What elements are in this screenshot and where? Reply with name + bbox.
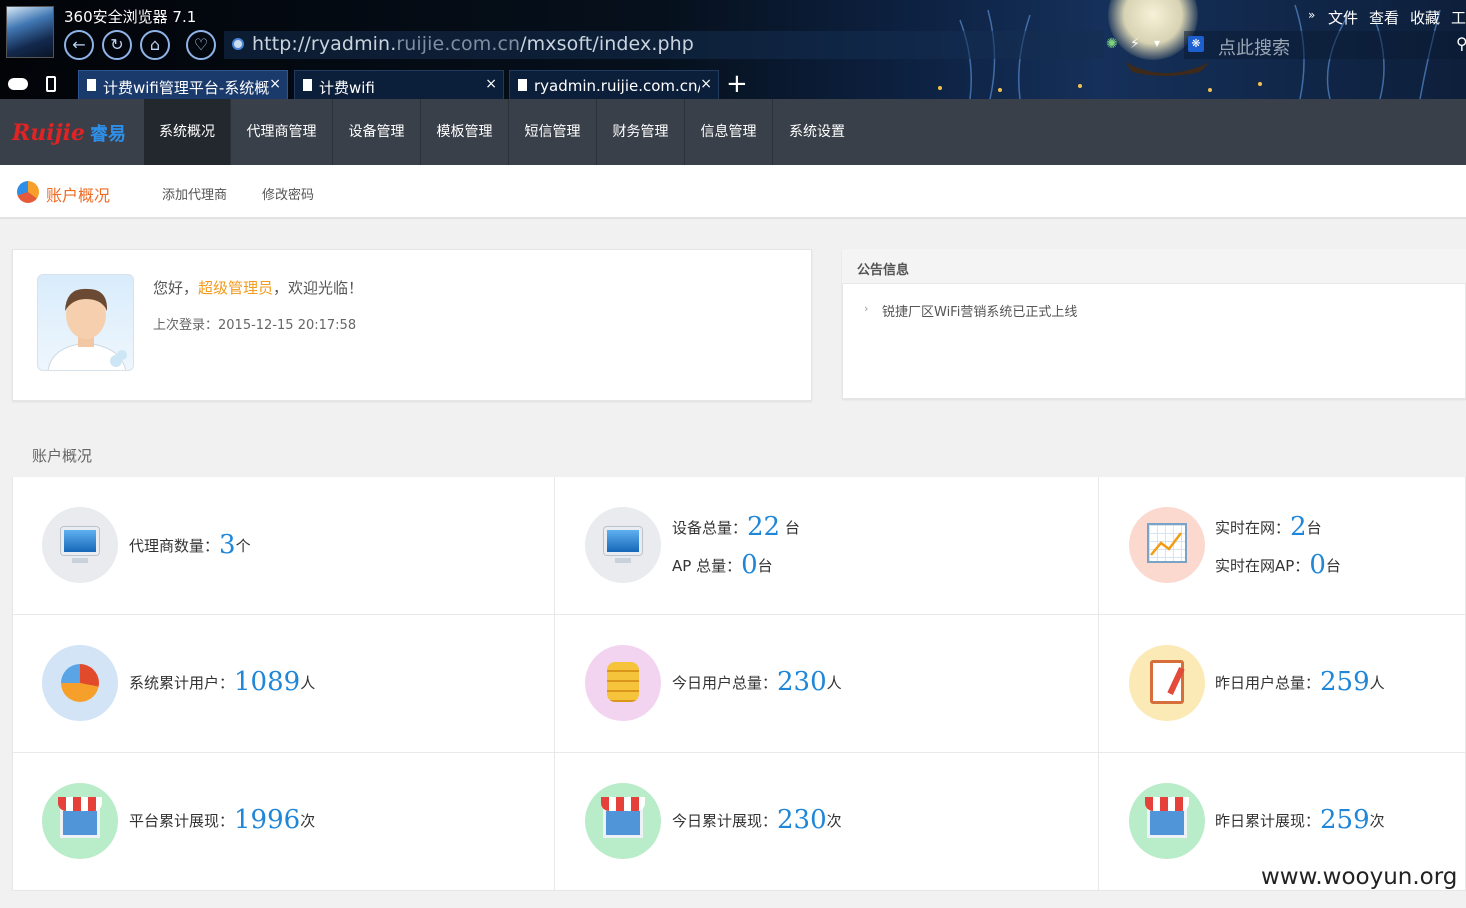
menu-favorites[interactable]: 收藏: [1410, 7, 1440, 28]
user-avatar-icon: [47, 288, 127, 370]
nav-tab-devices[interactable]: 设备管理: [333, 99, 421, 165]
stat-platform-impressions-value: 1996: [234, 805, 301, 835]
search-icon[interactable]: ⚲: [1456, 34, 1466, 53]
watermark: www.wooyun.org: [1261, 864, 1458, 890]
stat-system-users-value: 1089: [234, 667, 301, 697]
stat-online-now-value: 2: [1290, 512, 1307, 542]
monitor-icon: [585, 507, 661, 583]
user-role: 超级管理员: [198, 279, 274, 297]
tab-title: 计费wifi管理平台-系统概: [103, 79, 270, 97]
stat-devices-total-value: 22: [747, 512, 781, 542]
stat-online-now: 实时在网：2台: [1215, 512, 1322, 542]
site-info-icon[interactable]: [232, 38, 244, 50]
storefront-icon: [585, 783, 661, 859]
menu-tools[interactable]: 工: [1451, 7, 1466, 28]
stat-yesterday-impressions: 昨日累计展现：259次: [1215, 805, 1385, 835]
browser-tab[interactable]: 计费wifi ×: [294, 70, 504, 99]
greeting-text: 您好，超级管理员，欢迎光临！: [153, 279, 364, 297]
stat-yesterday-users: 昨日用户总量：259人: [1215, 667, 1385, 697]
notepad-icon: [1129, 645, 1205, 721]
grid-divider: [1098, 477, 1099, 891]
tab-title: 计费wifi: [319, 79, 375, 97]
page-icon: [87, 79, 96, 91]
nav-tab-settings[interactable]: 系统设置: [773, 99, 861, 165]
nav-tab-finance[interactable]: 财务管理: [597, 99, 685, 165]
phone-icon[interactable]: [46, 76, 56, 92]
stat-system-users: 系统累计用户：1089人: [129, 667, 316, 697]
stat-agents-value: 3: [219, 530, 236, 560]
favorite-icon[interactable]: ♡: [186, 30, 216, 60]
stat-online-ap-value: 0: [1309, 550, 1326, 580]
coins-icon: [585, 645, 661, 721]
last-login-text: 上次登录：2015-12-15 20:17:58: [153, 318, 357, 333]
speed-mode-icon[interactable]: ⚡: [1130, 36, 1140, 52]
grid-divider: [12, 614, 1466, 615]
chevron-right-icon: ›: [864, 302, 869, 315]
stat-agents: 代理商数量：3个: [129, 530, 251, 560]
back-icon[interactable]: ←: [64, 30, 94, 60]
search-engine-icon[interactable]: ❋: [1188, 36, 1204, 52]
stat-ap-total-value: 0: [741, 550, 758, 580]
pie-chart-icon: [17, 181, 39, 203]
brand-product-name: 睿易: [90, 124, 126, 145]
notice-item-link[interactable]: 锐捷厂区WiFi营销系统已正式上线: [882, 301, 1077, 320]
pie-chart-icon: [42, 645, 118, 721]
menu-view[interactable]: 查看: [1369, 7, 1399, 28]
storefront-icon: [42, 783, 118, 859]
change-password-link[interactable]: 修改密码: [262, 184, 314, 203]
monitor-icon: [42, 507, 118, 583]
cloud-icon[interactable]: [8, 78, 28, 90]
nav-tab-sms[interactable]: 短信管理: [509, 99, 597, 165]
notice-header: [842, 249, 1466, 284]
browser-tab[interactable]: 计费wifi管理平台-系统概 ×: [78, 70, 288, 99]
browser-app-icon: [6, 6, 54, 58]
home-icon[interactable]: ⌂: [140, 30, 170, 60]
overview-header: [12, 431, 1466, 477]
browser-chrome: 360安全浏览器 7.1 ← ↻ ⌂ ♡ http://ryadmin.ruij…: [0, 0, 1466, 99]
browser-tab[interactable]: ryadmin.ruijie.com.cn/r ×: [509, 70, 719, 99]
search-input[interactable]: 点此搜索: [1218, 34, 1290, 60]
stat-today-impressions-value: 230: [777, 805, 827, 835]
nav-tab-overview[interactable]: 系统概况: [144, 99, 231, 165]
tab-title: ryadmin.ruijie.com.cn/r: [534, 77, 700, 95]
new-tab-button[interactable]: +: [726, 71, 748, 97]
close-icon[interactable]: ×: [269, 76, 281, 92]
stat-devices-total: 设备总量：22 台: [672, 512, 800, 542]
grid-divider: [12, 752, 1466, 753]
menu-file[interactable]: 文件: [1328, 7, 1358, 28]
nav-tab-agents[interactable]: 代理商管理: [231, 99, 333, 165]
stat-today-users-value: 230: [777, 667, 827, 697]
grid-divider: [554, 477, 555, 891]
address-bar-url[interactable]: http://ryadmin.ruijie.com.cn/mxsoft/inde…: [252, 33, 694, 55]
stat-yesterday-impressions-value: 259: [1320, 805, 1370, 835]
chevron-down-icon[interactable]: ▾: [1154, 36, 1160, 50]
close-icon[interactable]: ×: [485, 76, 497, 92]
avatar: [37, 274, 134, 371]
stat-platform-impressions: 平台累计展现：1996次: [129, 805, 316, 835]
stat-ap-total: AP 总量：0台: [672, 550, 773, 580]
stat-yesterday-users-value: 259: [1320, 667, 1370, 697]
page-icon: [303, 79, 312, 91]
line-chart-icon: [1129, 507, 1205, 583]
refresh-icon[interactable]: ↻: [102, 30, 132, 60]
add-agent-link[interactable]: 添加代理商: [162, 184, 227, 203]
menu-overflow-icon[interactable]: »: [1308, 8, 1315, 22]
browser-title: 360安全浏览器 7.1: [64, 8, 197, 26]
close-icon[interactable]: ×: [700, 76, 712, 92]
subnav-current-page[interactable]: 账户概况: [46, 182, 110, 206]
nav-tab-templates[interactable]: 模板管理: [421, 99, 509, 165]
stat-online-ap: 实时在网AP：0台: [1215, 550, 1341, 580]
storefront-icon: [1129, 783, 1205, 859]
stat-today-users: 今日用户总量：230人: [672, 667, 842, 697]
stat-today-impressions: 今日累计展现：230次: [672, 805, 842, 835]
page-icon: [518, 79, 527, 91]
nav-tab-info[interactable]: 信息管理: [685, 99, 773, 165]
brand-logo[interactable]: Ruijie: [12, 120, 85, 146]
notice-title: 公告信息: [857, 263, 910, 278]
overview-title: 账户概况: [32, 447, 93, 465]
extension-icon[interactable]: ✺: [1106, 36, 1118, 52]
